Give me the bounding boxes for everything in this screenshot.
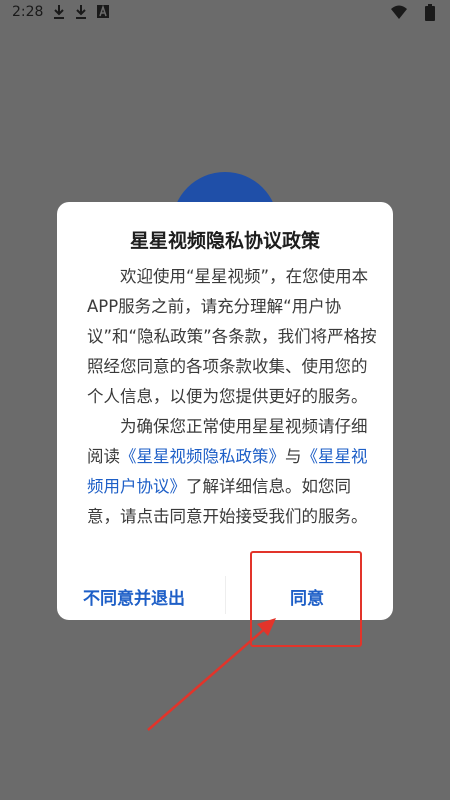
annotation-arrow	[147, 618, 276, 731]
